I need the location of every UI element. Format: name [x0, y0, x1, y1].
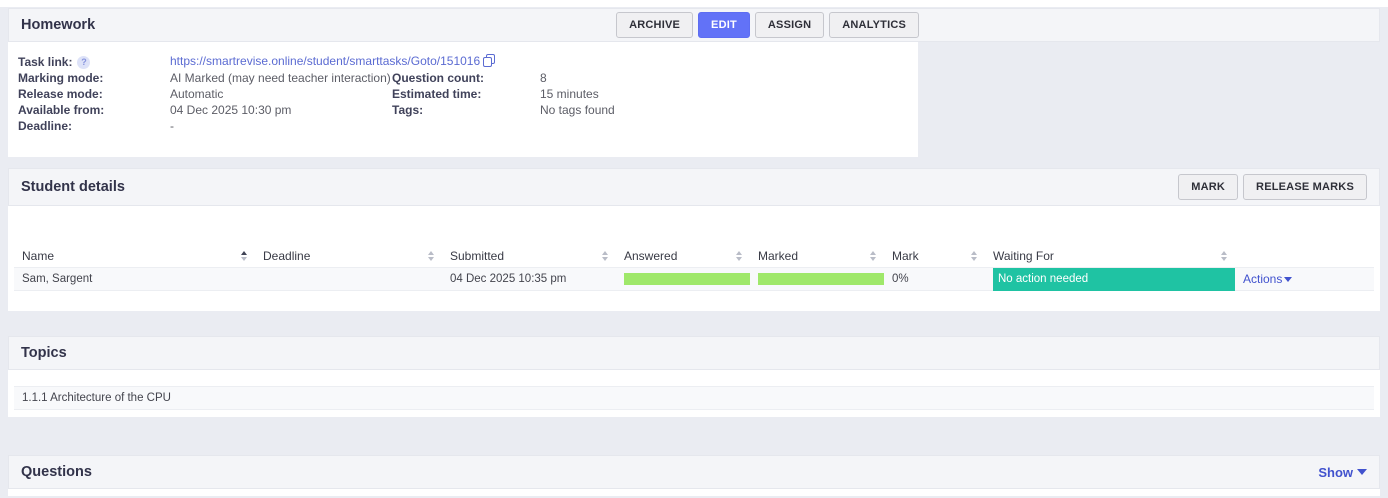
- chevron-down-icon: [1357, 469, 1367, 475]
- sort-icon[interactable]: [736, 250, 742, 261]
- cell-waiting-for: No action needed: [985, 267, 1235, 291]
- help-icon[interactable]: ?: [77, 55, 91, 69]
- task-link-url[interactable]: https://smartrevise.online/student/smart…: [170, 54, 480, 68]
- homework-title: Homework: [21, 17, 96, 33]
- column-header-actions: [1235, 244, 1374, 267]
- student-table-header: Name Deadline Submitted Answered Marked …: [14, 244, 1374, 267]
- marked-progress-bar: [758, 273, 884, 285]
- column-header-name[interactable]: Name: [14, 244, 255, 267]
- available-from-value: 04 Dec 2025 10:30 pm: [170, 103, 292, 117]
- sort-icon[interactable]: [602, 250, 608, 261]
- edit-button[interactable]: EDIT: [698, 12, 750, 38]
- student-details-header: Student details MARK RELEASE MARKS: [8, 168, 1380, 206]
- task-link-label: Task link: ?: [18, 55, 170, 69]
- assign-button[interactable]: ASSIGN: [754, 12, 825, 38]
- release-marks-button[interactable]: RELEASE MARKS: [1243, 174, 1367, 200]
- homework-card: Homework ARCHIVE EDIT ASSIGN ANALYTICS T…: [8, 8, 1380, 157]
- topics-header: Topics: [8, 336, 1380, 370]
- sort-icon[interactable]: [1221, 250, 1227, 261]
- answered-progress-bar: [624, 273, 750, 285]
- mark-button[interactable]: MARK: [1178, 174, 1239, 200]
- task-link-value: https://smartrevise.online/student/smart…: [170, 54, 918, 70]
- student-table-wrap: Name Deadline Submitted Answered Marked …: [8, 206, 1380, 311]
- available-from-label: Available from:: [18, 103, 105, 117]
- column-header-deadline[interactable]: Deadline: [255, 244, 442, 267]
- column-header-marked[interactable]: Marked: [750, 244, 884, 267]
- show-questions-toggle[interactable]: Show: [1318, 465, 1367, 480]
- cell-answered: [616, 268, 750, 290]
- deadline-label: Deadline:: [18, 119, 73, 133]
- tags-label: Tags:: [392, 103, 424, 117]
- sort-icon[interactable]: [870, 250, 876, 261]
- student-details-title: Student details: [21, 179, 125, 195]
- marking-mode-label: Marking mode:: [18, 71, 104, 85]
- column-header-mark[interactable]: Mark: [884, 244, 985, 267]
- archive-button[interactable]: ARCHIVE: [616, 12, 694, 38]
- list-item: 1.1.1 Architecture of the CPU: [14, 386, 1374, 410]
- topics-body: 1.1.1 Architecture of the CPU: [8, 370, 1380, 417]
- questions-header: Questions Show: [8, 455, 1380, 489]
- column-header-answered[interactable]: Answered: [616, 244, 750, 267]
- student-details-card: Student details MARK RELEASE MARKS Name …: [8, 168, 1380, 311]
- analytics-button[interactable]: ANALYTICS: [829, 12, 919, 38]
- cell-submitted: 04 Dec 2025 10:35 pm: [450, 273, 567, 285]
- topics-card: Topics 1.1.1 Architecture of the CPU: [8, 336, 1380, 417]
- question-count-value: 8: [540, 71, 547, 85]
- estimated-time-value: 15 minutes: [540, 87, 599, 101]
- homework-details: Task link: ? https://smartrevise.online/…: [8, 42, 918, 157]
- cell-name: Sam, Sargent: [22, 273, 93, 285]
- student-details-actions: MARK RELEASE MARKS: [1178, 174, 1367, 200]
- deadline-value: -: [170, 119, 174, 133]
- waiting-status-badge: No action needed: [993, 267, 1235, 291]
- homework-actions: ARCHIVE EDIT ASSIGN ANALYTICS: [616, 12, 919, 38]
- cell-mark: 0%: [892, 273, 909, 285]
- sort-icon[interactable]: [971, 250, 977, 261]
- cell-actions: Actions: [1235, 268, 1374, 290]
- marking-mode-value: AI Marked (may need teacher interaction): [170, 71, 391, 85]
- questions-card: Questions Show: [8, 455, 1380, 496]
- table-row: Sam, Sargent 04 Dec 2025 10:35 pm 0% No …: [14, 267, 1374, 291]
- topics-title: Topics: [21, 345, 67, 361]
- cell-marked: [750, 268, 884, 290]
- sort-icon[interactable]: [428, 250, 434, 261]
- column-header-submitted[interactable]: Submitted: [442, 244, 616, 267]
- estimated-time-label: Estimated time:: [392, 87, 482, 101]
- page: Homework ARCHIVE EDIT ASSIGN ANALYTICS T…: [0, 7, 1388, 498]
- release-mode-value: Automatic: [170, 87, 224, 101]
- questions-body: [8, 489, 1380, 496]
- question-count-label: Question count:: [392, 71, 484, 85]
- release-mode-label: Release mode:: [18, 87, 103, 101]
- column-header-waiting-for[interactable]: Waiting For: [985, 244, 1235, 267]
- questions-title: Questions: [21, 464, 92, 480]
- student-table: Name Deadline Submitted Answered Marked …: [14, 244, 1374, 291]
- actions-dropdown[interactable]: Actions: [1243, 272, 1293, 286]
- chevron-down-icon: [1284, 277, 1293, 282]
- cell-deadline: [255, 268, 442, 290]
- homework-header: Homework ARCHIVE EDIT ASSIGN ANALYTICS: [8, 8, 1380, 42]
- sort-icon[interactable]: [241, 250, 247, 261]
- copy-icon[interactable]: [483, 54, 496, 70]
- tags-value: No tags found: [540, 103, 615, 117]
